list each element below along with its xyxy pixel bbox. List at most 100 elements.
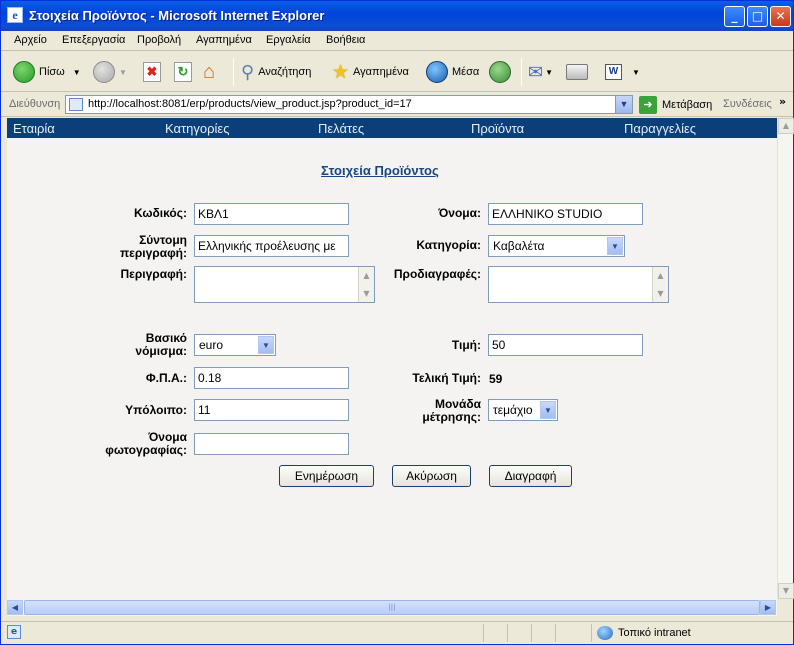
refresh-button[interactable]: ↻	[174, 58, 192, 86]
currency-value: euro	[199, 338, 224, 352]
stock-field[interactable]: 11	[194, 399, 349, 421]
nav-orders[interactable]: Παραγγελίες	[624, 121, 696, 136]
home-button[interactable]: ⌂	[203, 58, 215, 86]
category-value: Καβαλέτα	[493, 239, 545, 253]
price-field[interactable]: 50	[488, 334, 643, 356]
print-button[interactable]	[566, 58, 588, 86]
maximize-button[interactable]: □	[747, 6, 768, 27]
links-label[interactable]: Συνδέσεις	[723, 98, 772, 110]
status-cell	[483, 624, 484, 642]
category-label: Κατηγορία:	[416, 238, 481, 252]
menu-edit[interactable]: Επεξεργασία	[62, 34, 125, 46]
page-title[interactable]: Στοιχεία Προϊόντος	[321, 163, 439, 178]
description-textarea[interactable]: ▲ ▼	[194, 266, 375, 303]
top-navigation: Εταιρία Κατηγορίες Πελάτες Προϊόντα Παρα…	[7, 118, 777, 138]
status-cell	[531, 624, 532, 642]
edit-dropdown-icon[interactable]: ▼	[632, 68, 640, 77]
printer-icon	[566, 64, 588, 80]
name-field[interactable]: ΕΛΛΗΝΙΚΟ STUDIO	[488, 203, 643, 225]
short-description-label-line2: περιγραφή:	[119, 246, 187, 260]
nav-customers[interactable]: Πελάτες	[318, 121, 364, 136]
stop-button[interactable]: ✖	[143, 58, 161, 86]
links-chevron-icon[interactable]: »	[779, 95, 786, 108]
currency-select[interactable]: euro ▼	[194, 334, 276, 356]
forward-dropdown-icon[interactable]: ▼	[119, 68, 127, 77]
delete-button[interactable]: Διαγραφή	[489, 465, 572, 487]
status-cell	[507, 624, 508, 642]
window-title: Στοιχεία Προϊόντος - Microsoft Internet …	[29, 8, 325, 23]
search-icon: ⚲	[241, 61, 255, 82]
scroll-up-icon[interactable]: ▲	[653, 268, 668, 283]
favorites-label: Αγαπημένα	[353, 66, 409, 78]
go-label: Μετάβαση	[662, 99, 713, 111]
status-cell	[555, 624, 556, 642]
back-label: Πίσω	[39, 66, 65, 78]
menu-file[interactable]: Αρχείο	[14, 34, 47, 46]
menu-help[interactable]: Βοήθεια	[326, 34, 365, 46]
minimize-button[interactable]: _	[724, 6, 745, 27]
nav-products[interactable]: Προϊόντα	[471, 121, 524, 136]
unit-dropdown-icon[interactable]: ▼	[540, 401, 556, 419]
currency-label: Βασικό νόμισμα:	[67, 332, 187, 358]
status-cell	[591, 624, 592, 642]
cancel-button[interactable]: Ακύρωση	[392, 465, 471, 487]
status-bar: e Τοπικό intranet	[1, 621, 793, 644]
security-zone: Τοπικό intranet	[597, 626, 691, 640]
scroll-down-icon[interactable]: ▼	[778, 583, 794, 599]
scroll-right-icon[interactable]: ▶	[760, 600, 776, 615]
code-field[interactable]: ΚΒΛ1	[194, 203, 349, 225]
vertical-scrollbar[interactable]: ▲ ▼	[777, 118, 794, 599]
favorites-button[interactable]: ★ Αγαπημένα	[332, 58, 409, 86]
photo-field[interactable]	[194, 433, 349, 455]
forward-arrow-icon	[93, 61, 115, 83]
scroll-up-icon[interactable]: ▲	[778, 118, 794, 134]
horizontal-scrollbar[interactable]: ◀ ||| ▶	[7, 599, 777, 616]
toolbar-separator	[521, 58, 522, 86]
short-description-label: Σύντομη περιγραφή:	[67, 234, 187, 260]
go-button[interactable]: ➜ Μετάβαση	[639, 96, 712, 114]
intranet-globe-icon	[597, 626, 613, 640]
menu-favorites[interactable]: Αγαπημένα	[196, 34, 252, 46]
name-label: Όνομα:	[438, 206, 481, 220]
vat-field[interactable]: 0.18	[194, 367, 349, 389]
media-button[interactable]: Μέσα	[426, 58, 479, 86]
horizontal-scroll-thumb[interactable]: |||	[24, 600, 760, 615]
specs-scrollbar[interactable]: ▲ ▼	[652, 267, 668, 302]
currency-dropdown-icon[interactable]: ▼	[258, 336, 274, 354]
address-dropdown-icon[interactable]: ▼	[615, 96, 632, 113]
category-dropdown-icon[interactable]: ▼	[607, 237, 623, 255]
edit-button[interactable]: W ▼	[605, 58, 640, 86]
page-status-icon: e	[7, 625, 21, 639]
nav-company[interactable]: Εταιρία	[13, 121, 55, 136]
mail-button[interactable]: ✉ ▼	[528, 58, 553, 86]
code-label: Κωδικός:	[134, 206, 187, 220]
page-content: Εταιρία Κατηγορίες Πελάτες Προϊόντα Παρα…	[7, 118, 777, 599]
zone-label: Τοπικό intranet	[618, 627, 691, 639]
scroll-left-icon[interactable]: ◀	[7, 600, 23, 615]
search-button[interactable]: ⚲ Αναζήτηση	[241, 58, 311, 86]
scroll-down-icon[interactable]: ▼	[653, 286, 668, 301]
title-bar[interactable]: e Στοιχεία Προϊόντος - Microsoft Interne…	[1, 1, 793, 31]
mail-dropdown-icon[interactable]: ▼	[545, 68, 553, 77]
unit-select[interactable]: τεμάχιο ▼	[488, 399, 558, 421]
address-input[interactable]: http://localhost:8081/erp/products/view_…	[65, 95, 633, 114]
back-dropdown-icon[interactable]: ▼	[73, 68, 81, 77]
scroll-down-icon[interactable]: ▼	[359, 286, 374, 301]
history-button[interactable]	[489, 58, 515, 86]
history-icon	[489, 61, 511, 83]
menu-tools[interactable]: Εργαλεία	[266, 34, 311, 46]
menu-bar: Αρχείο Επεξεργασία Προβολή Αγαπημένα Εργ…	[1, 31, 793, 78]
final-price-value: 59	[489, 372, 503, 386]
category-select[interactable]: Καβαλέτα ▼	[488, 235, 625, 257]
unit-label-line2: μέτρησης:	[422, 410, 481, 424]
unit-label: Μονάδα μέτρησης:	[367, 398, 481, 424]
forward-button[interactable]: ▼	[93, 58, 127, 86]
specs-textarea[interactable]: ▲ ▼	[488, 266, 669, 303]
menu-view[interactable]: Προβολή	[137, 34, 181, 46]
toolbar-separator	[233, 58, 234, 86]
nav-categories[interactable]: Κατηγορίες	[165, 121, 229, 136]
short-description-field[interactable]: Ελληνικής προέλευσης με	[194, 235, 349, 257]
close-button[interactable]: ✕	[770, 6, 791, 27]
back-button[interactable]: Πίσω ▼	[13, 58, 81, 86]
update-button[interactable]: Ενημέρωση	[279, 465, 374, 487]
